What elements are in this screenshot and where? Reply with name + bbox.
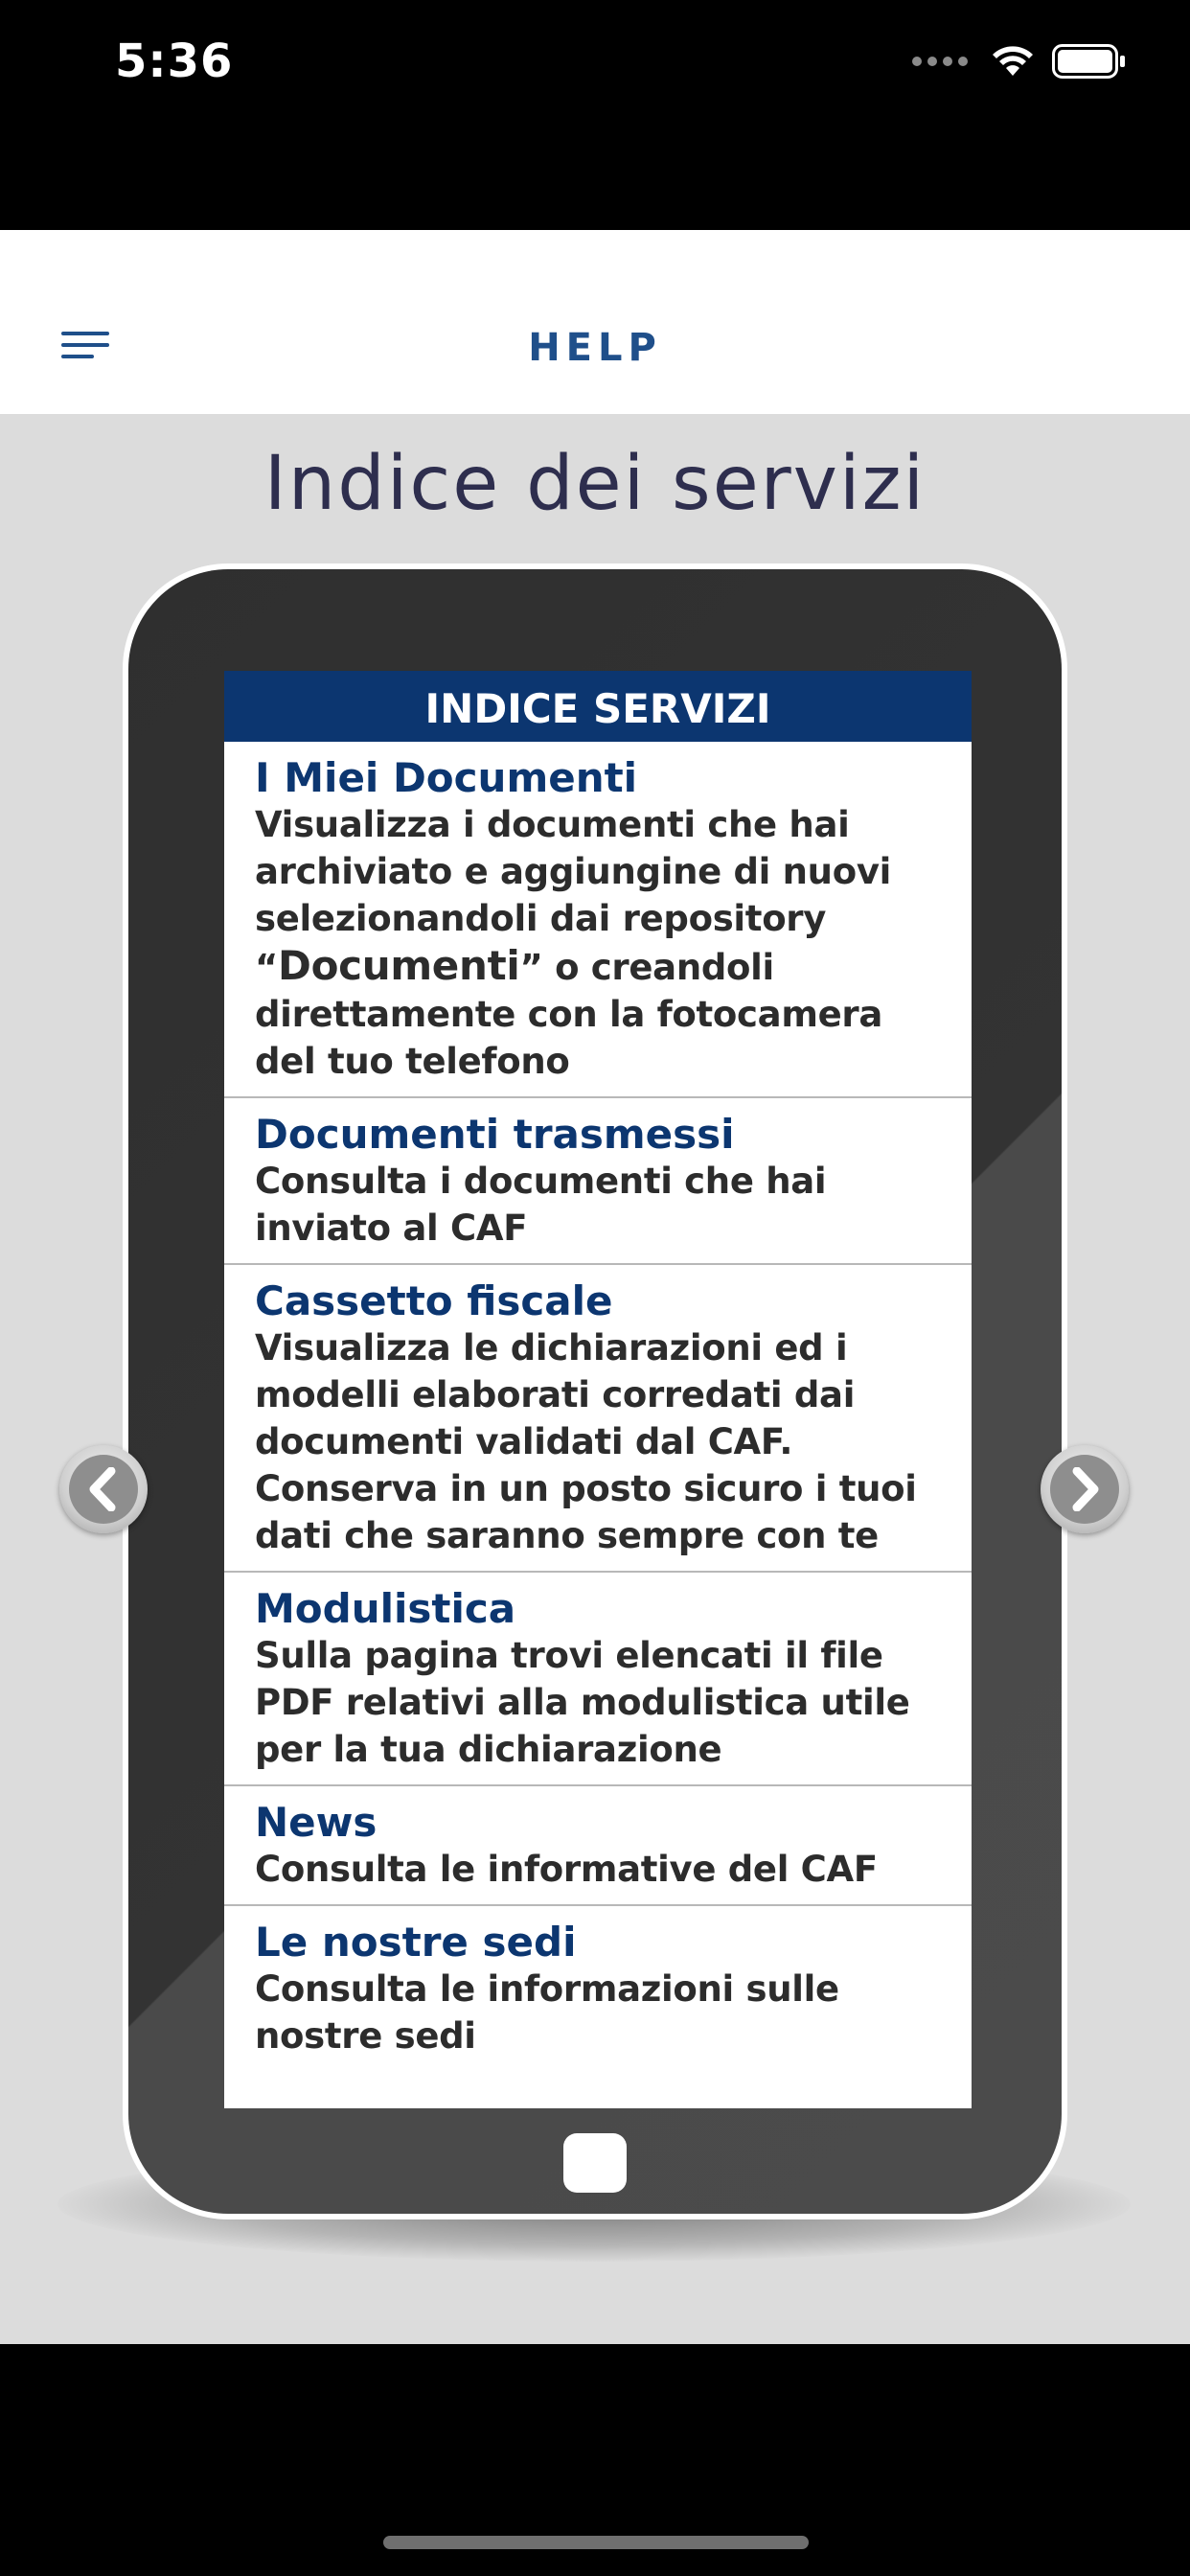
service-title: Modulistica <box>255 1585 516 1632</box>
wifi-icon <box>993 46 1033 76</box>
previous-page-button[interactable] <box>59 1445 148 1533</box>
navigation-bar: HELP <box>0 230 1190 414</box>
tablet-home-button <box>563 2133 627 2193</box>
home-indicator[interactable] <box>383 2536 809 2549</box>
status-icons <box>912 44 1127 79</box>
service-title: Documenti trasmessi <box>255 1111 735 1158</box>
service-item-cassetto-fiscale[interactable]: Cassetto fiscale Visualizza le dichiaraz… <box>224 1265 972 1573</box>
service-title: Cassetto fiscale <box>255 1277 613 1324</box>
services-index-screen: INDICE SERVIZI I Miei Documenti Visualiz… <box>224 671 972 2108</box>
service-description: Consulta le informative del CAF <box>255 1849 878 1890</box>
service-item-nostre-sedi[interactable]: Le nostre sedi Consulta le informazioni … <box>224 1906 972 2071</box>
service-item-modulistica[interactable]: Modulistica Sulla pagina trovi elencati … <box>224 1573 972 1786</box>
service-item-miei-documenti[interactable]: I Miei Documenti Visualizza i documenti … <box>224 742 972 1098</box>
service-item-documenti-trasmessi[interactable]: Documenti trasmessi Consulta i documenti… <box>224 1098 972 1265</box>
app-screen: HELP Indice dei servizi INDICE SERVIZI I… <box>0 230 1190 2344</box>
services-index-header: INDICE SERVIZI <box>224 671 972 742</box>
service-description: Visualizza le dichiarazioni ed i modelli… <box>255 1327 917 1556</box>
signal-dots-icon <box>912 57 968 66</box>
chevron-left-icon <box>89 1467 116 1511</box>
battery-icon <box>1052 44 1125 79</box>
service-title: News <box>255 1799 378 1846</box>
chevron-right-icon <box>1072 1467 1099 1511</box>
service-item-news[interactable]: News Consulta le informative del CAF <box>224 1786 972 1906</box>
service-description: Sulla pagina trovi elencati il file PDF … <box>255 1635 910 1770</box>
status-bar: 5:36 <box>0 0 1190 134</box>
status-time: 5:36 <box>115 34 234 88</box>
service-title: Le nostre sedi <box>255 1919 577 1966</box>
next-page-button[interactable] <box>1041 1445 1129 1533</box>
page-title: Indice dei servizi <box>263 441 927 527</box>
service-title: I Miei Documenti <box>255 754 638 801</box>
service-description: Consulta le informazioni sulle nostre se… <box>255 1968 839 2057</box>
service-description: Consulta i documenti che hai inviato al … <box>255 1161 827 1249</box>
nav-title: HELP <box>528 326 662 370</box>
service-description: Visualizza i documenti che hai archiviat… <box>255 804 892 1082</box>
